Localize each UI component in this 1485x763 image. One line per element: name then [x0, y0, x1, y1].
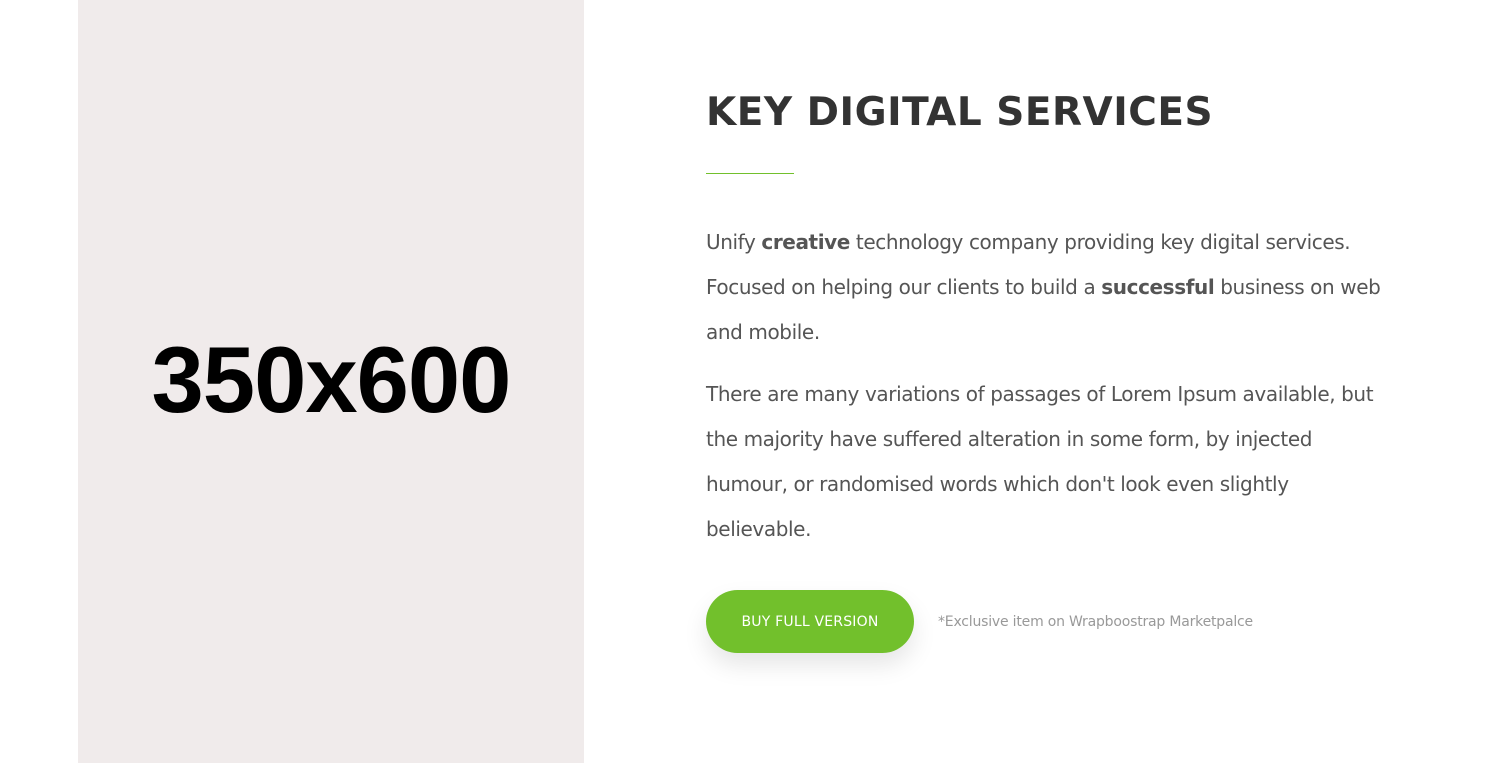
buy-full-version-button[interactable]: BUY FULL VERSION	[706, 590, 914, 653]
title-divider	[706, 173, 794, 174]
intro-paragraph: Unify creative technology company provid…	[706, 220, 1386, 355]
lorem-paragraph: There are many variations of passages of…	[706, 382, 1374, 541]
exclusive-note: *Exclusive item on Wrapboostrap Marketpa…	[938, 613, 1253, 630]
placeholder-image: 350x600	[78, 0, 584, 763]
section-title: KEY DIGITAL SERVICES	[706, 90, 1214, 135]
intro-bold-successful: successful	[1101, 275, 1215, 299]
intro-bold-creative: creative	[761, 230, 850, 254]
intro-text-1: Unify	[706, 230, 762, 254]
placeholder-label: 350x600	[151, 326, 512, 432]
cta-row: BUY FULL VERSION *Exclusive item on Wrap…	[706, 590, 1253, 653]
